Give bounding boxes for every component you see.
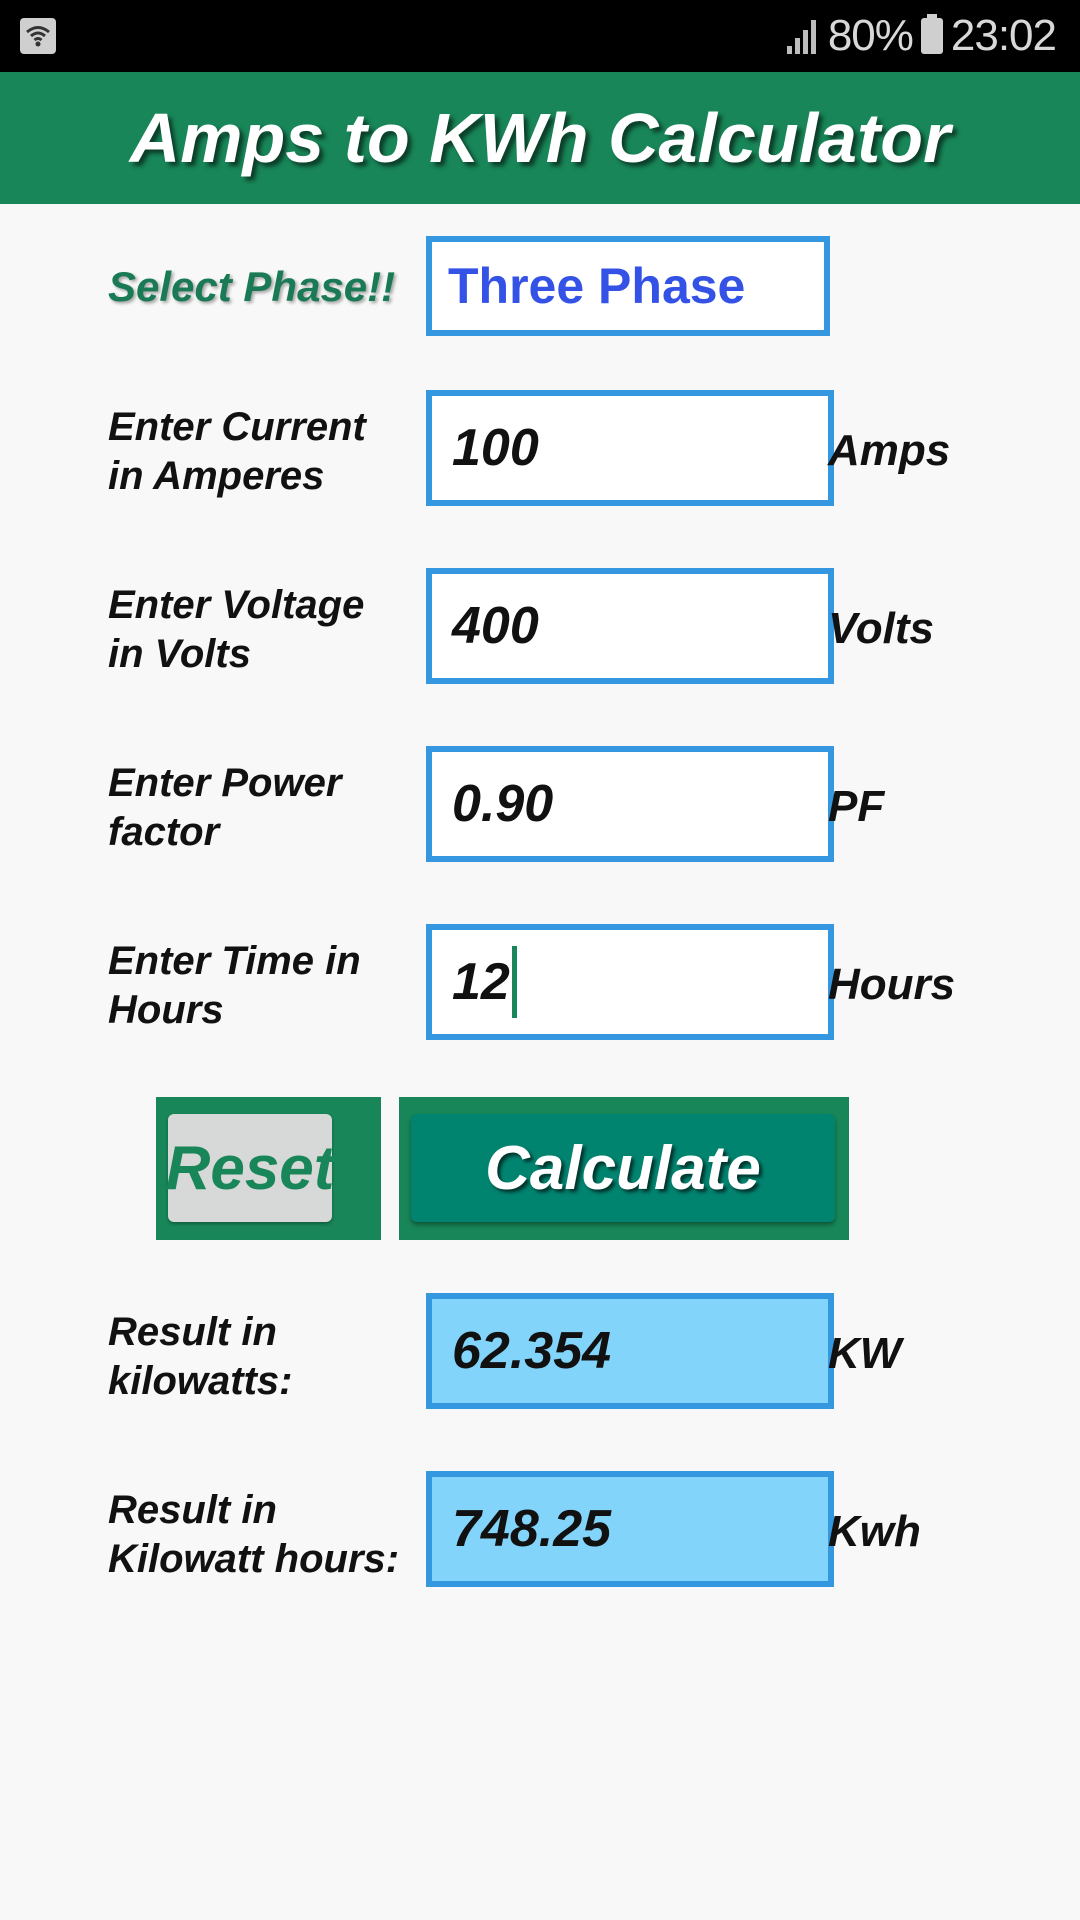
- battery-percent: 80%: [827, 11, 914, 60]
- time-input[interactable]: 12: [426, 924, 834, 1040]
- time-label: Enter Time in Hours: [108, 939, 361, 1032]
- phase-select[interactable]: Three Phase: [426, 236, 830, 336]
- current-label: Enter Current in Amperes: [108, 405, 366, 498]
- current-unit: Amps: [828, 426, 951, 475]
- calculate-button-frame: Calculate: [399, 1097, 849, 1240]
- kw-result-unit: KW: [828, 1329, 902, 1378]
- reset-button[interactable]: Reset: [166, 1114, 334, 1222]
- app-bar: Amps to KWh Calculator: [0, 72, 1080, 204]
- calculate-button[interactable]: Calculate: [411, 1114, 835, 1222]
- kwh-result-unit: Kwh: [828, 1507, 921, 1556]
- reset-button-frame: Reset: [156, 1097, 381, 1240]
- voltage-input[interactable]: 400: [426, 568, 834, 684]
- app-title: Amps to KWh Calculator: [129, 99, 951, 177]
- power-factor-input[interactable]: 0.90: [426, 746, 834, 862]
- text-cursor: [511, 946, 517, 1018]
- signal-icon: [786, 18, 816, 54]
- kw-result-label: Result in kilowatts:: [108, 1310, 293, 1403]
- power-factor-label: Enter Power factor: [108, 761, 342, 854]
- battery-charging-icon: [920, 14, 943, 54]
- kwh-result-label: Result in Kilowatt hours:: [108, 1488, 400, 1581]
- current-input[interactable]: 100: [426, 390, 834, 506]
- voltage-unit: Volts: [828, 604, 934, 653]
- kw-result-field: 62.354: [426, 1293, 834, 1409]
- power-factor-unit: PF: [828, 782, 885, 831]
- phase-label: Select Phase!!: [108, 263, 396, 310]
- status-bar: 80% 23:02: [0, 0, 1080, 72]
- kwh-result-field: 748.25: [426, 1471, 834, 1587]
- voltage-label: Enter Voltage in Volts: [108, 583, 365, 676]
- time-unit: Hours: [828, 960, 956, 1009]
- clock: 23:02: [950, 11, 1057, 60]
- wifi-icon: [20, 18, 56, 54]
- time-input-value: 12: [452, 953, 510, 1011]
